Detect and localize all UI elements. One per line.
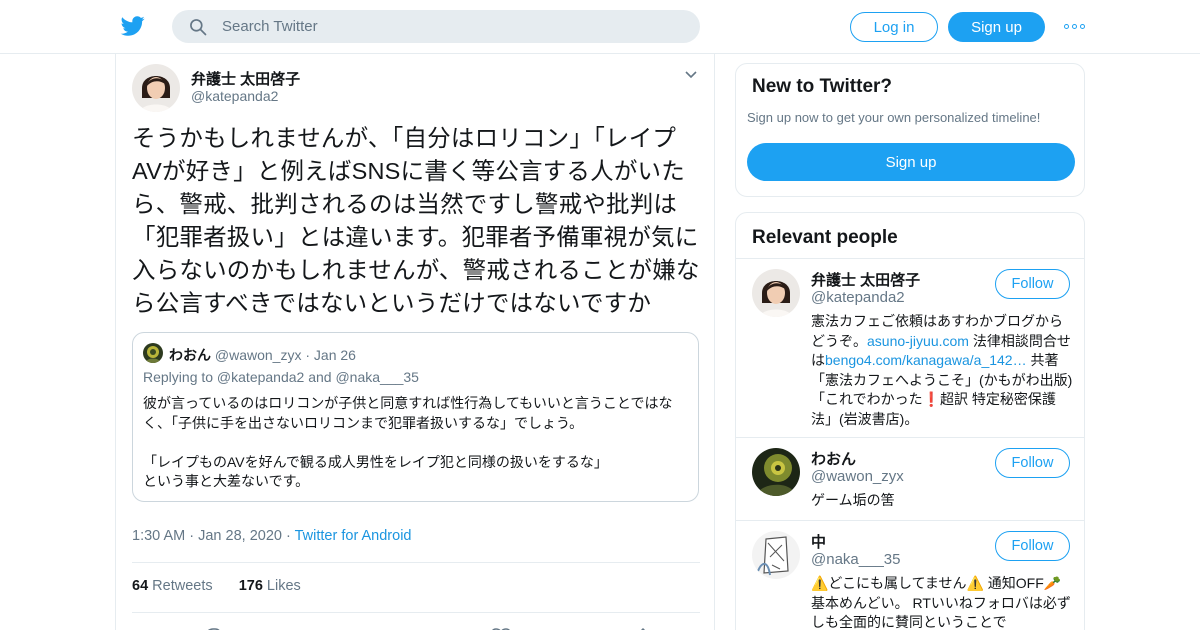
- bio-link[interactable]: asuno-jiyuu.com: [867, 333, 969, 349]
- new-to-twitter-subtitle: Sign up now to get your own personalized…: [747, 110, 1041, 125]
- quoted-tweet[interactable]: わおん @wawon_zyx · Jan 26 Replying to @kat…: [132, 332, 699, 502]
- person-avatar[interactable]: [752, 448, 800, 496]
- like-icon[interactable]: [490, 626, 512, 630]
- tweet-text: そうかもしれませんが、「自分はロリコン」「レイプAVが好き」と例えばSNSに書く…: [132, 125, 700, 316]
- tweet-actions: [132, 622, 700, 630]
- retweets-count: 64: [132, 578, 149, 594]
- retweets-label: Retweets: [152, 578, 213, 594]
- tweet-author-avatar[interactable]: [132, 64, 180, 112]
- quoted-replying-to: Replying to @katepanda2 and @naka___35: [143, 369, 419, 385]
- retweet-icon[interactable]: [348, 626, 370, 630]
- person-handle[interactable]: @naka___35: [811, 551, 900, 568]
- tweet-author-name[interactable]: 弁護士 太田啓子: [191, 68, 300, 89]
- person-bio: ⚠️どこにも属してません⚠️ 通知OFF🥕基本めんどい。 RTいいねフォロバは必…: [811, 575, 1071, 630]
- likes-stat[interactable]: 176 Likes: [239, 578, 301, 594]
- new-to-twitter-card: New to Twitter? Sign up now to get your …: [735, 63, 1085, 197]
- new-to-twitter-title: New to Twitter?: [752, 76, 893, 97]
- person-avatar[interactable]: [752, 269, 800, 317]
- quoted-separator: ·: [305, 347, 311, 363]
- quoted-header: わおん @wawon_zyx · Jan 26: [169, 345, 356, 365]
- chevron-down-icon[interactable]: [684, 70, 698, 80]
- likes-count: 176: [238, 578, 263, 594]
- twitter-bird-icon[interactable]: [120, 14, 146, 38]
- divider: [132, 562, 700, 563]
- relevant-person[interactable]: 中 @naka___35 Follow ⚠️どこにも属してません⚠️ 通知OFF…: [736, 520, 1084, 630]
- quoted-date: Jan 26: [313, 347, 356, 363]
- tweet-timestamp: 1:30 AM · Jan 28, 2020 · Twitter for And…: [132, 528, 411, 544]
- quoted-author-handle: @wawon_zyx: [214, 347, 302, 363]
- tweet-stats: 64 Retweets 176 Likes: [132, 578, 301, 594]
- tweet-date[interactable]: Jan 28, 2020: [198, 528, 282, 544]
- bio-link[interactable]: bengo4.com/kanagawa/a_142…: [825, 352, 1027, 368]
- person-handle[interactable]: @katepanda2: [811, 289, 905, 306]
- follow-button[interactable]: Follow: [995, 269, 1070, 299]
- sidebar-signup-button[interactable]: Sign up: [747, 143, 1075, 181]
- person-bio: ゲーム垢の筈: [811, 492, 895, 508]
- tweet-source-link[interactable]: Twitter for Android: [295, 528, 412, 544]
- signup-button[interactable]: Sign up: [948, 12, 1045, 42]
- tweet-detail: 弁護士 太田啓子 @katepanda2 そうかもしれませんが、「自分はロリコン…: [115, 54, 715, 630]
- relevant-person[interactable]: 弁護士 太田啓子 @katepanda2 Follow 憲法カフェご依頼はあすわ…: [736, 258, 1084, 437]
- search-box[interactable]: [172, 10, 700, 43]
- follow-button[interactable]: Follow: [995, 448, 1070, 478]
- likes-label: Likes: [266, 578, 301, 594]
- tweet-author-handle[interactable]: @katepanda2: [191, 88, 278, 104]
- relevant-people-title: Relevant people: [752, 227, 898, 248]
- share-icon[interactable]: [632, 626, 654, 630]
- more-dots-icon[interactable]: [1064, 20, 1086, 32]
- login-button[interactable]: Log in: [850, 12, 938, 42]
- meta-separator: ·: [189, 528, 195, 544]
- meta-separator: ·: [286, 528, 291, 544]
- tweet-time[interactable]: 1:30 AM: [132, 528, 185, 544]
- follow-button[interactable]: Follow: [995, 531, 1070, 561]
- quoted-author-name: わおん: [169, 347, 211, 363]
- divider: [132, 612, 700, 613]
- quoted-text: 彼が言っているのはロリコンが子供と同意すれば性行為してもいいと言うことではなく、…: [143, 395, 673, 489]
- person-name[interactable]: 中: [811, 531, 826, 552]
- reply-icon[interactable]: [202, 626, 224, 630]
- relevant-person[interactable]: わおん @wawon_zyx Follow ゲーム垢の筈: [736, 437, 1084, 520]
- person-bio: 憲法カフェご依頼はあすわかブログからどうぞ。asuno-jiyuu.com 法律…: [811, 312, 1073, 429]
- person-avatar[interactable]: [752, 531, 800, 579]
- retweets-stat[interactable]: 64 Retweets: [132, 578, 213, 594]
- top-navigation-bar: Log in Sign up: [0, 0, 1200, 54]
- search-input[interactable]: [222, 10, 682, 43]
- relevant-people-card: Relevant people 弁護士 太田啓子 @katepanda2 Fol…: [735, 212, 1085, 630]
- person-name[interactable]: 弁護士 太田啓子: [811, 269, 920, 290]
- person-handle[interactable]: @wawon_zyx: [811, 468, 904, 485]
- person-name[interactable]: わおん: [811, 448, 856, 469]
- quoted-author-avatar: [143, 343, 163, 363]
- search-icon: [190, 19, 207, 36]
